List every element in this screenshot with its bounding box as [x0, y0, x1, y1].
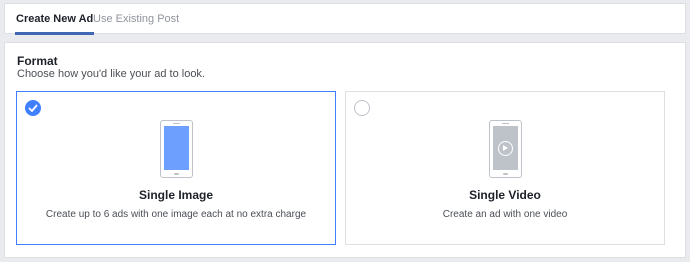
format-subtitle: Choose how you'd like your ad to look. — [17, 68, 205, 80]
tab-bar: Create New Ad Use Existing Post — [4, 3, 686, 35]
format-title: Format — [17, 54, 58, 68]
phone-image-icon — [160, 120, 193, 178]
single-image-option[interactable]: Single Image Create up to 6 ads with one… — [16, 91, 336, 245]
play-icon — [498, 141, 513, 156]
single-image-title: Single Image — [138, 188, 214, 202]
unselected-radio-icon[interactable] — [354, 100, 370, 116]
single-video-title: Single Video — [469, 188, 541, 202]
format-panel: Format Choose how you'd like your ad to … — [4, 42, 686, 258]
single-image-description: Create up to 6 ads with one image each a… — [45, 209, 307, 220]
tab-create-new-ad[interactable]: Create New Ad — [14, 4, 95, 35]
tab-use-existing-post[interactable]: Use Existing Post — [93, 4, 179, 34]
single-video-description: Create an ad with one video — [442, 209, 568, 220]
single-video-option[interactable]: Single Video Create an ad with one video — [345, 91, 665, 245]
phone-video-icon — [489, 120, 522, 178]
selected-radio-icon[interactable] — [25, 100, 41, 116]
